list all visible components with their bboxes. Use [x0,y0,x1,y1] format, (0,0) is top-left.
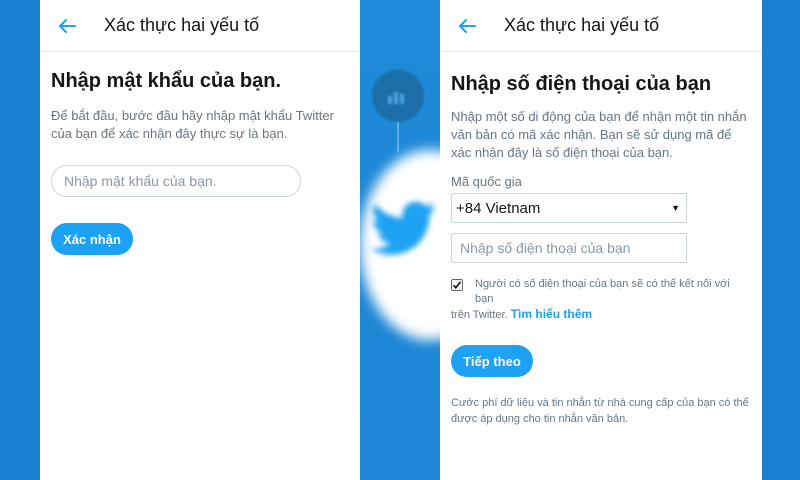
checkmark-icon [452,281,462,289]
chevron-down-icon: ▼ [671,203,680,213]
learn-more-link[interactable]: Tìm hiểu thêm [511,307,592,321]
discoverability-option: Người có số điện thoại của bạn sẽ có thể… [451,277,750,323]
twitter-bird-icon [370,201,436,255]
phone-panel: Xác thực hai yếu tố Nhập số điện thoại c… [440,0,762,480]
country-code-select[interactable]: +84 Vietnam ▼ [451,193,687,223]
discoverability-checkbox[interactable] [451,279,463,291]
background-left [0,0,40,480]
left-app-bar: Xác thực hai yếu tố [40,0,360,52]
phone-heading: Nhập số điện thoại của bạn [451,73,712,95]
discoverability-text-line1: Người có số điện thoại của bạn sẽ có thể… [475,278,730,305]
right-page-title: Xác thực hai yếu tố [504,15,660,35]
discoverability-text-line2: trên Twitter. [451,309,508,321]
discoverability-text: Người có số điện thoại của bạn sẽ có thể… [451,277,750,323]
background-right [762,0,800,480]
left-page-title: Xác thực hai yếu tố [104,15,260,35]
phone-number-input[interactable] [451,233,687,263]
confirm-button[interactable]: Xác nhận [51,223,133,255]
analytics-badge [372,70,424,122]
back-arrow-icon[interactable] [456,15,478,37]
country-code-value: +84 Vietnam [456,199,541,217]
password-panel: Xác thực hai yếu tố Nhập mật khẩu của bạ… [40,0,360,480]
password-description: Để bắt đầu, bước đầu hãy nhập mật khẩu T… [51,108,334,141]
password-heading: Nhập mật khẩu của bạn. [51,70,282,92]
phone-description: Nhập một số di động của bạn để nhận một … [451,109,747,160]
background-center [360,0,440,480]
analytics-icon [388,92,404,104]
back-arrow-icon[interactable] [56,15,78,37]
next-button[interactable]: Tiếp theo [451,345,533,377]
password-input[interactable] [51,165,301,197]
carrier-fee-note: Cước phí dữ liệu và tin nhắn từ nhà cung… [451,397,749,425]
country-code-label: Mã quốc gia [451,174,522,189]
connector-line [397,122,399,152]
right-app-bar: Xác thực hai yếu tố [440,0,762,52]
